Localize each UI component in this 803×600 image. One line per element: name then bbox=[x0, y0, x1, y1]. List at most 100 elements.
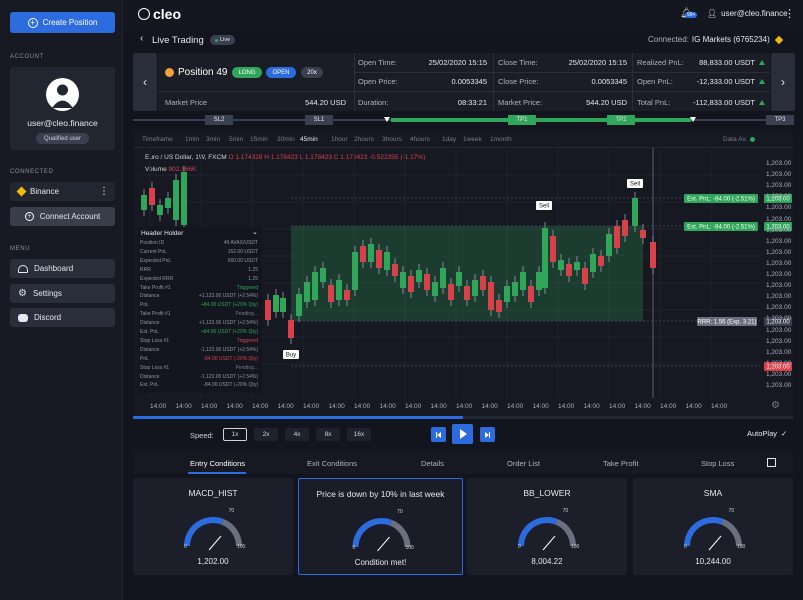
back-chevron-icon[interactable]: ‹ bbox=[140, 33, 143, 44]
condition-card[interactable]: BB_LOWER 0 70 100 8,004.22 bbox=[467, 478, 627, 575]
volume-label: Volume bbox=[145, 166, 167, 173]
connect-account-button[interactable]: + Connect Account bbox=[10, 207, 115, 226]
holder-key: Position ID bbox=[140, 240, 165, 246]
condition-card[interactable]: Price is down by 10% in last week 0 70 100 C… bbox=[298, 478, 463, 575]
market-price2-label: Market Price: bbox=[498, 98, 543, 107]
tab-entry-conditions[interactable]: Entry Conditions bbox=[190, 459, 245, 468]
external-link-icon[interactable] bbox=[767, 458, 776, 467]
user-menu[interactable]: 👤︎ user@cleo.finance bbox=[707, 9, 788, 18]
timeframe-option[interactable]: 1min bbox=[185, 136, 199, 143]
timeframe-option[interactable]: 2hours bbox=[354, 136, 374, 143]
avatar bbox=[46, 78, 79, 111]
skip-back-button[interactable] bbox=[431, 427, 446, 442]
timeframe-option[interactable]: 4hours bbox=[410, 136, 430, 143]
speed-option[interactable]: 8x bbox=[316, 428, 340, 441]
chart-low: L 1.178423 bbox=[299, 154, 332, 161]
gauge-label: 70 bbox=[562, 508, 569, 514]
autoplay-toggle[interactable]: AutoPlay ✓ bbox=[747, 429, 787, 438]
tab-exit-conditions[interactable]: Exit Conditions bbox=[307, 459, 357, 468]
header-holder: Header Holder ⌄ Position ID 49 AVAX/USDT C… bbox=[138, 227, 262, 393]
open-pnl-value: -12,333.00 USDT bbox=[696, 77, 755, 86]
condition-card[interactable]: SMA 0 70 100 10,244.00 bbox=[633, 478, 793, 575]
close-time-value: 25/02/2020 15:15 bbox=[568, 58, 627, 67]
condition-card[interactable]: MACD_HIST 0 70 100 1,202.00 bbox=[133, 478, 293, 575]
speed-option[interactable]: 2x bbox=[254, 428, 278, 441]
timeframe-option[interactable]: 1day bbox=[442, 136, 456, 143]
y-tick-label: 1,203.00 bbox=[766, 160, 792, 167]
chart-close: C 1.178423 bbox=[333, 154, 368, 161]
chart-settings-icon[interactable]: ⚙ bbox=[771, 400, 780, 411]
holder-value: Pending... bbox=[235, 311, 258, 318]
gauge-needle bbox=[708, 535, 722, 551]
speed-option[interactable]: 1x bbox=[223, 428, 247, 441]
gauge-needle bbox=[377, 536, 390, 552]
holder-value: Triggered bbox=[236, 337, 258, 344]
y-tick-label: 1,203.00 bbox=[766, 315, 792, 323]
condition-title: SMA bbox=[703, 488, 723, 498]
timeframe-option[interactable]: 1week bbox=[463, 136, 482, 143]
market-price2-value: 544.20 USD bbox=[586, 98, 627, 107]
condition-value: 10,244.00 bbox=[695, 557, 731, 566]
holder-row: Est. PnL +84.00 USDT (+20% Qty) bbox=[140, 329, 258, 335]
holder-value: 660.00 USDT bbox=[227, 257, 258, 264]
sidebar: + Create Position ACCOUNT user@cleo.fina… bbox=[0, 0, 123, 600]
x-tick-label: 14:00 bbox=[226, 403, 243, 410]
tab-stop-loss[interactable]: Stop Loss bbox=[701, 459, 734, 468]
timeframe-option[interactable]: 15min bbox=[250, 136, 268, 143]
tab-take-profit[interactable]: Take Profit bbox=[603, 459, 638, 468]
timeframe-option[interactable]: 45min bbox=[300, 136, 318, 143]
menu-item-dashboard[interactable]: Dashboard bbox=[10, 259, 115, 278]
holder-key: Expected PnL bbox=[140, 257, 172, 264]
notification-bell[interactable]: 🔔︎ 99+ bbox=[680, 8, 698, 19]
y-tick-label: 1,203.00 bbox=[766, 271, 792, 278]
position-coin-icon bbox=[165, 68, 174, 77]
create-position-button[interactable]: + Create Position bbox=[10, 12, 115, 33]
kebab-menu-icon[interactable]: ⋮ bbox=[99, 186, 109, 196]
tab-details[interactable]: Details bbox=[421, 459, 444, 468]
x-tick-label: 14:00 bbox=[456, 403, 473, 410]
kebab-menu-icon[interactable]: ⋮ bbox=[784, 7, 795, 20]
close-price-label: Close Price: bbox=[498, 77, 539, 86]
timeframe-option[interactable]: 1month bbox=[490, 136, 512, 143]
chart-divider bbox=[133, 147, 793, 148]
x-tick-label: 14:00 bbox=[685, 403, 702, 410]
gauge-label: 0 bbox=[184, 544, 187, 550]
condition-title: BB_LOWER bbox=[523, 488, 571, 498]
data-available-icon bbox=[750, 137, 755, 142]
tab-order-list[interactable]: Order List bbox=[507, 459, 540, 468]
gauge-label: 0 bbox=[352, 545, 356, 551]
chart-change: -0.522355 (-1.17%) bbox=[369, 154, 426, 161]
holder-row: Stop Loss #1 Triggered bbox=[140, 338, 258, 344]
timeframe-option[interactable]: 3min bbox=[206, 136, 220, 143]
menu-item-discord[interactable]: Discord bbox=[10, 308, 115, 327]
speed-option[interactable]: 4x bbox=[285, 428, 309, 441]
speed-option[interactable]: 16x bbox=[347, 428, 371, 441]
x-tick-label: 14:00 bbox=[711, 403, 728, 410]
gauge-label: 0 bbox=[518, 544, 521, 550]
duration-value: 08:33:21 bbox=[457, 98, 487, 107]
menu-item-settings[interactable]: ⚙ Settings bbox=[10, 284, 115, 303]
y-tick-label: 1,203.00 bbox=[766, 204, 792, 212]
position-row-divider bbox=[158, 91, 354, 92]
play-button[interactable] bbox=[452, 424, 473, 444]
notification-count: 99+ bbox=[685, 12, 698, 18]
timeline-track[interactable] bbox=[133, 416, 793, 419]
y-tick-label: 1,203.00 bbox=[766, 237, 792, 245]
timeframe-option[interactable]: 1hour bbox=[331, 136, 348, 143]
exchange-binance[interactable]: Binance ⋮ bbox=[10, 182, 115, 201]
collapse-icon[interactable]: ⌄ bbox=[252, 228, 258, 236]
gauge-label: 70 bbox=[728, 508, 735, 514]
skip-forward-button[interactable] bbox=[480, 427, 495, 442]
timeframe-option[interactable]: 5min bbox=[229, 136, 243, 143]
timeframe-option[interactable]: 30min bbox=[277, 136, 295, 143]
prev-position-button[interactable]: ‹ bbox=[133, 53, 157, 111]
connected-heading: CONNECTED bbox=[10, 169, 54, 175]
x-tick-label: 14:00 bbox=[150, 403, 167, 410]
y-tick-label: 1,203.00 bbox=[766, 370, 792, 378]
gauge-remainder bbox=[721, 519, 742, 547]
holder-row: Distance -1,123.00 USDT (+2.54%) bbox=[140, 374, 258, 380]
next-position-button[interactable]: › bbox=[771, 53, 795, 111]
gauge-needle bbox=[542, 535, 556, 551]
x-tick-label: 14:00 bbox=[558, 403, 575, 410]
timeframe-option[interactable]: 3hours bbox=[382, 136, 402, 143]
